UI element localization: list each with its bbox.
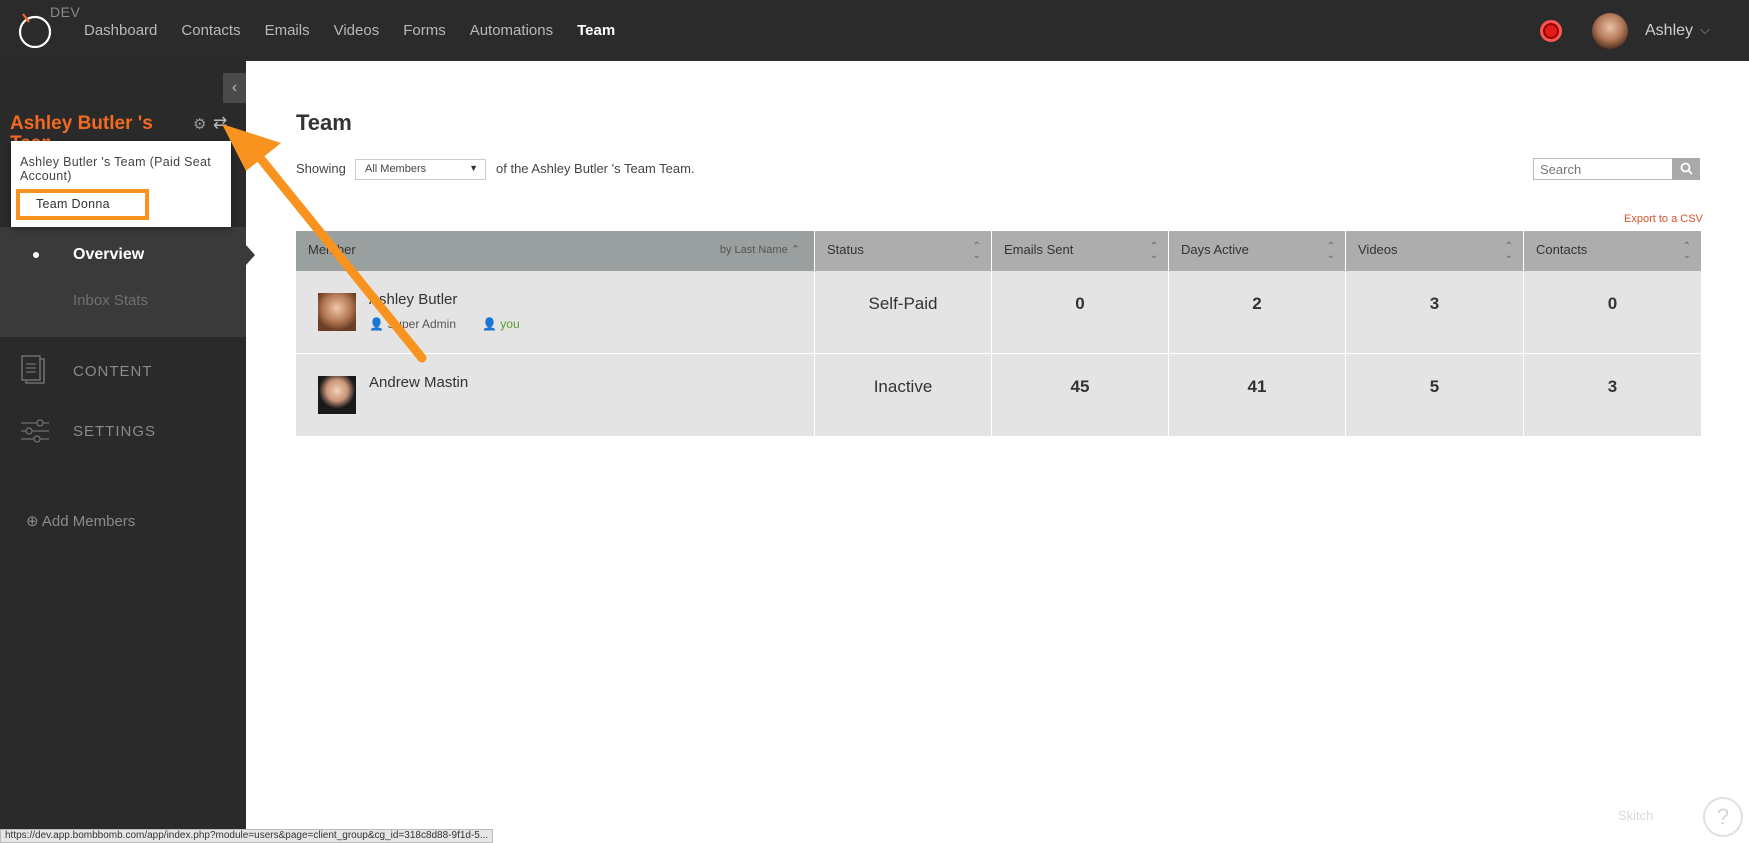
table-row[interactable]: Ashley Butler 👤 Super Admin 👤 you Self-P…: [296, 271, 1701, 354]
column-member[interactable]: Member by Last Name ⌃: [296, 231, 815, 271]
showing-suffix: of the Ashley Butler 's Team Team.: [496, 161, 695, 176]
contacts-cell: 0: [1607, 294, 1618, 313]
team-menu-section: [0, 227, 246, 337]
table-header: Member by Last Name ⌃ Status ⌃ ⌄ Emails S…: [296, 231, 1701, 271]
top-bar: DEV Dashboard Contacts Emails Videos For…: [0, 0, 1749, 61]
sidebar-item-content[interactable]: CONTENT: [73, 363, 153, 380]
nav-forms[interactable]: Forms: [403, 0, 446, 61]
member-role: 👤 Super Admin: [369, 317, 457, 331]
user-name[interactable]: Ashley: [1645, 22, 1693, 40]
nav-automations[interactable]: Automations: [470, 0, 553, 61]
nav-emails[interactable]: Emails: [265, 0, 310, 61]
environment-label: DEV: [50, 4, 81, 20]
sidebar-item-settings[interactable]: SETTINGS: [73, 423, 156, 440]
column-emails-label: Emails Sent: [1004, 242, 1074, 257]
active-bullet: [33, 252, 39, 258]
user-icon: 👤: [482, 317, 497, 331]
status-value: Inactive: [873, 377, 933, 396]
member-name[interactable]: Andrew Mastin: [369, 374, 468, 392]
team-table: Member by Last Name ⌃ Status ⌃ ⌄ Emails S…: [296, 231, 1701, 437]
export-csv-link[interactable]: Export to a CSV: [1624, 213, 1703, 225]
switch-team-icon[interactable]: ⇄: [213, 113, 227, 133]
sort-icon: ⌃ ⌄: [972, 241, 981, 261]
record-icon[interactable]: [1540, 20, 1562, 42]
videos-cell: 3: [1346, 271, 1524, 353]
sort-icon: ⌃ ⌄: [1326, 241, 1335, 261]
emails-sent-cell: 45: [992, 354, 1169, 436]
member-filter-select[interactable]: All Members ▼: [355, 159, 486, 180]
sort-icon: ⌃ ⌄: [1682, 241, 1691, 261]
column-emails-sent[interactable]: Emails Sent ⌃ ⌄: [992, 231, 1169, 271]
sort-by-last-name[interactable]: by Last Name ⌃: [720, 243, 800, 256]
search-input[interactable]: [1533, 158, 1673, 180]
member-cell: Andrew Mastin: [296, 354, 815, 436]
content-icon: [21, 355, 45, 384]
avatar: [318, 376, 356, 414]
sidebar-item-inbox-stats[interactable]: Inbox Stats: [73, 292, 148, 309]
days-active-cell: 2: [1169, 271, 1346, 353]
column-member-label: Member: [308, 242, 356, 257]
status-value: Self-Paid: [868, 294, 938, 313]
search-button[interactable]: [1672, 158, 1700, 180]
search-icon: [1680, 162, 1693, 175]
plus-circle-icon: ⊕: [26, 513, 39, 530]
add-members-label: Add Members: [41, 513, 136, 530]
settings-sliders-icon: [21, 419, 49, 443]
you-badge: 👤 you: [482, 317, 520, 331]
collapse-sidebar-button[interactable]: ‹: [223, 73, 246, 103]
column-contacts-label: Contacts: [1536, 242, 1588, 257]
dropdown-item-paid-seat[interactable]: Ashley Butler 's Team (Paid Seat Account…: [20, 155, 220, 183]
column-videos-label: Videos: [1358, 242, 1398, 257]
user-icon: 👤: [369, 317, 384, 331]
showing-label: Showing: [296, 161, 346, 176]
sort-icon: ⌃ ⌄: [1149, 241, 1158, 261]
caret-down-icon: ▼: [469, 163, 478, 173]
main-nav: Dashboard Contacts Emails Videos Forms A…: [84, 0, 639, 61]
nav-team[interactable]: Team: [577, 0, 615, 61]
member-name[interactable]: Ashley Butler: [369, 291, 457, 309]
column-videos[interactable]: Videos ⌃ ⌄: [1346, 231, 1524, 271]
browser-status-url: https://dev.app.bombbomb.com/app/index.p…: [0, 829, 494, 843]
nav-videos[interactable]: Videos: [334, 0, 380, 61]
nav-contacts[interactable]: Contacts: [181, 0, 240, 61]
status-cell: Self-Paid: [815, 271, 992, 353]
emails-sent-cell: 0: [992, 271, 1169, 353]
dropdown-item-team-donna[interactable]: Team Donna: [16, 189, 149, 220]
column-contacts[interactable]: Contacts ⌃ ⌄: [1524, 231, 1701, 271]
skitch-watermark: Skitch: [1618, 808, 1654, 823]
column-status-label: Status: [827, 242, 864, 257]
avatar: [318, 293, 356, 331]
days-active-cell: 41: [1169, 354, 1346, 436]
videos-cell: 5: [1346, 354, 1524, 436]
sort-icon: ⌃ ⌄: [1504, 241, 1513, 261]
user-avatar[interactable]: [1592, 13, 1628, 49]
add-members-button[interactable]: ⊕ Add Members: [26, 512, 135, 530]
team-switch-dropdown: Ashley Butler 's Team (Paid Seat Account…: [11, 141, 231, 227]
page-title: Team: [296, 110, 352, 135]
contacts-cell: 3: [1607, 377, 1618, 396]
member-filter-value: All Members: [365, 163, 427, 175]
help-icon[interactable]: ?: [1703, 797, 1743, 837]
column-days-active[interactable]: Days Active ⌃ ⌄: [1169, 231, 1346, 271]
member-cell: Ashley Butler 👤 Super Admin 👤 you: [296, 271, 815, 353]
nav-dashboard[interactable]: Dashboard: [84, 0, 157, 61]
app-logo-icon[interactable]: [17, 10, 53, 48]
column-status[interactable]: Status ⌃ ⌄: [815, 231, 992, 271]
table-row[interactable]: Andrew Mastin Inactive 45 41 5 3: [296, 354, 1701, 437]
gear-icon[interactable]: ⚙: [193, 115, 206, 133]
active-indicator: [246, 245, 255, 265]
column-days-label: Days Active: [1181, 242, 1249, 257]
chevron-down-icon[interactable]: ⌵: [1700, 22, 1710, 38]
status-cell: Inactive: [815, 354, 992, 436]
sidebar-item-overview[interactable]: Overview: [73, 246, 144, 264]
